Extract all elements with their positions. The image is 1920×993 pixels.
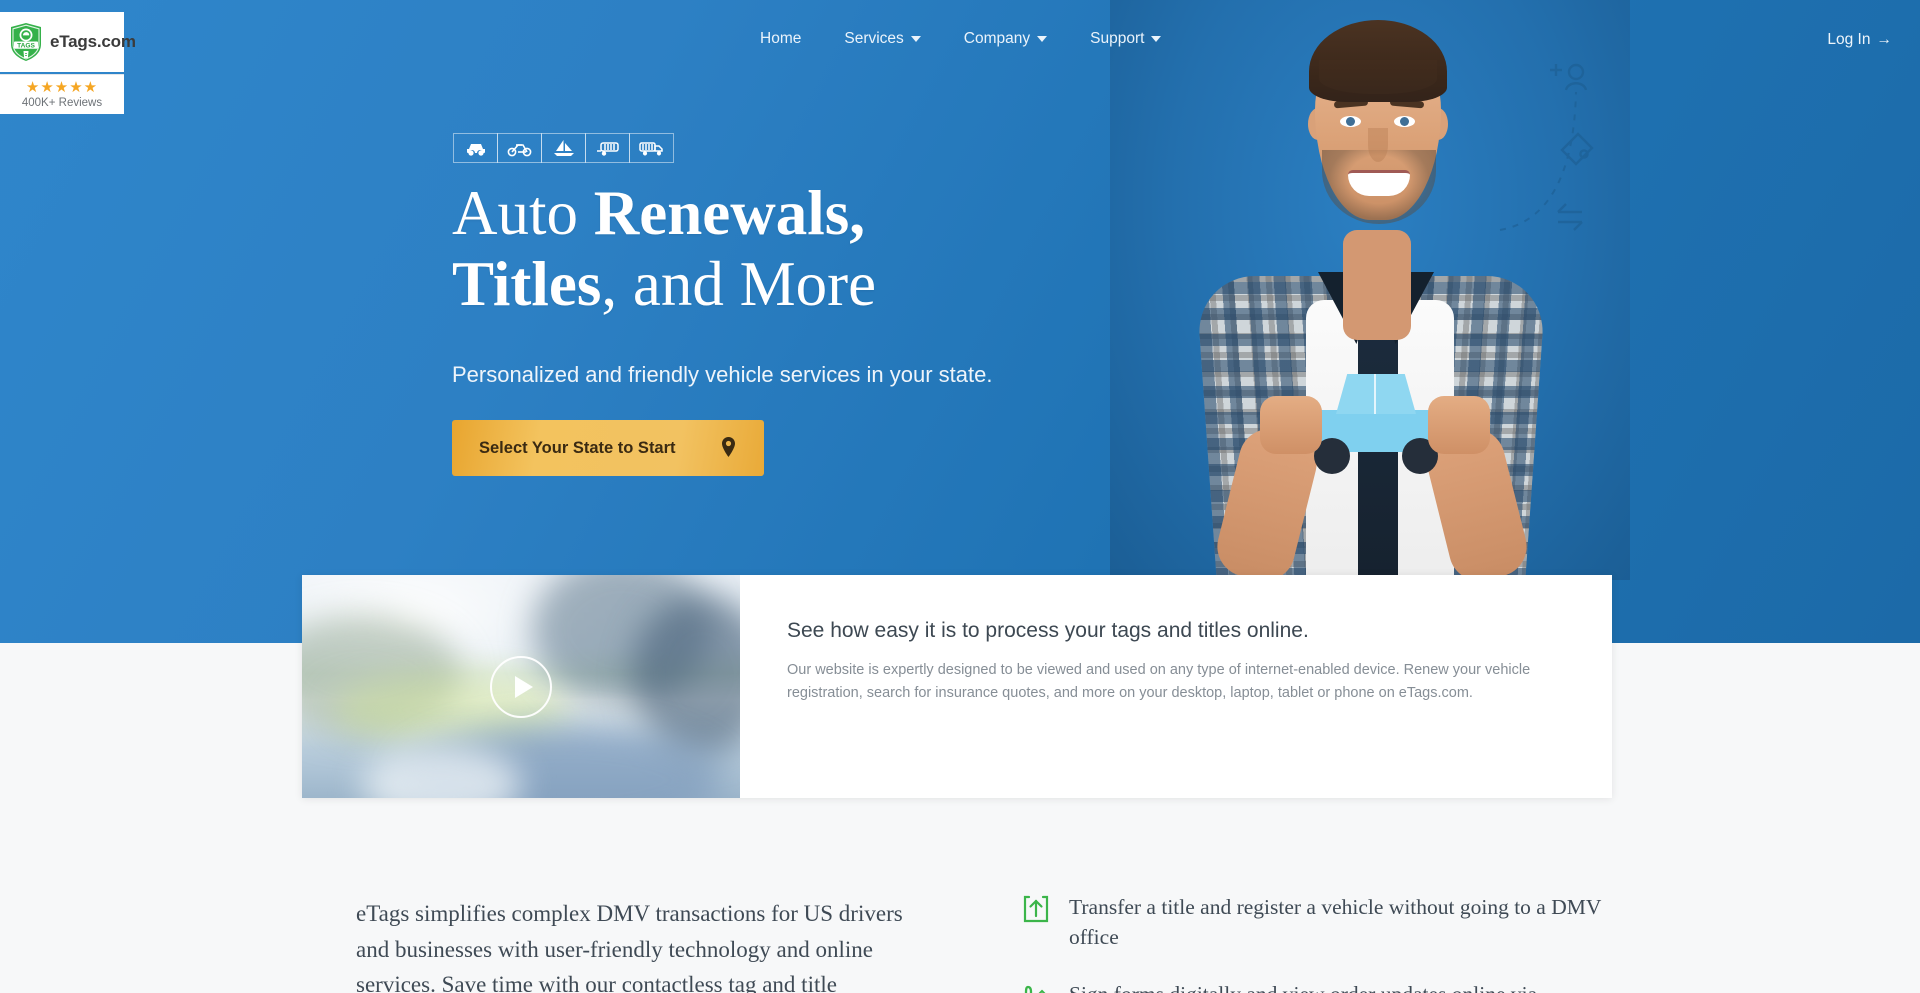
video-card-description: Our website is expertly designed to be v…: [787, 662, 1531, 702]
arrow-right-icon: →: [1876, 31, 1893, 48]
play-button[interactable]: [490, 655, 552, 718]
headline-part-2: Renewals,: [593, 178, 865, 248]
chevron-down-icon: [1151, 36, 1162, 42]
site-logo[interactable]: TAGS eTags.com: [0, 12, 136, 72]
etags-shield-icon: TAGS: [11, 23, 41, 61]
feature-text: Sign forms digitally and view order upda…: [1069, 980, 1537, 993]
top-navigation-bar: Home Services Company Support Log In →: [0, 0, 1920, 82]
video-card-title: See how easy it is to process your tags …: [787, 619, 1309, 642]
video-promo-card: See how easy it is to process your tags …: [302, 575, 1612, 798]
vehicle-icon-boat[interactable]: [541, 133, 586, 163]
video-card-body: See how easy it is to process your tags …: [740, 575, 1603, 798]
signature-icon: [1022, 982, 1050, 993]
hero-subheadline: Personalized and friendly vehicle servic…: [452, 362, 993, 387]
list-item: Sign forms digitally and view order upda…: [1022, 980, 1602, 993]
vehicle-icon-motorcycle[interactable]: [497, 133, 542, 163]
login-link[interactable]: Log In →: [1827, 31, 1892, 49]
chevron-down-icon: [1037, 36, 1048, 42]
select-state-button-label: Select Your State to Start: [479, 438, 676, 457]
nav-item-home-label: Home: [760, 30, 802, 47]
site-logo-text: eTags.com: [50, 32, 136, 51]
doodle-icons: [1499, 63, 1594, 231]
nav-item-support[interactable]: Support: [1090, 30, 1162, 48]
reviews-badge[interactable]: ★★★★★ 400K+ Reviews: [0, 74, 124, 114]
map-pin-icon: [721, 436, 736, 460]
vehicle-icon-truck[interactable]: [629, 133, 674, 163]
nav-item-services[interactable]: Services: [844, 30, 921, 48]
headline-part-3: Titles: [452, 248, 602, 319]
nav-item-company[interactable]: Company: [963, 30, 1048, 48]
vehicle-icon-trailer[interactable]: [585, 133, 630, 163]
list-item: Transfer a title and register a vehicle …: [1022, 893, 1602, 952]
chevron-down-icon: [910, 36, 921, 42]
svg-text:TAGS: TAGS: [17, 42, 35, 49]
feature-list: Transfer a title and register a vehicle …: [1022, 893, 1602, 993]
page-root: Auto Renewals, Titles, and More Personal…: [0, 0, 1920, 993]
nav-item-services-label: Services: [844, 30, 904, 47]
vehicle-icon-car[interactable]: [453, 133, 498, 163]
reviews-count-label: 400K+ Reviews: [21, 97, 103, 109]
nav-item-home[interactable]: Home: [760, 30, 801, 48]
nav-links: Home Services Company Support: [760, 30, 1162, 48]
select-state-button[interactable]: Select Your State to Start: [452, 420, 764, 476]
star-rating-icon: ★★★★★: [25, 79, 99, 96]
headline-part-4: , and More: [601, 248, 877, 319]
transfer-upload-icon: [1022, 895, 1050, 925]
intro-paragraph: eTags simplifies complex DMV transaction…: [356, 901, 903, 993]
nav-item-company-label: Company: [963, 30, 1031, 47]
play-icon: [515, 675, 533, 698]
page-title: Auto Renewals, Titles, and More: [452, 178, 1272, 319]
headline-part-1: Auto: [452, 178, 594, 248]
login-link-label: Log In: [1827, 31, 1871, 48]
nav-item-support-label: Support: [1090, 30, 1145, 47]
vehicle-type-selector[interactable]: [453, 133, 674, 163]
hero-section: Auto Renewals, Titles, and More Personal…: [0, 0, 1920, 643]
feature-text: Transfer a title and register a vehicle …: [1069, 895, 1602, 949]
video-thumbnail[interactable]: [302, 575, 740, 798]
